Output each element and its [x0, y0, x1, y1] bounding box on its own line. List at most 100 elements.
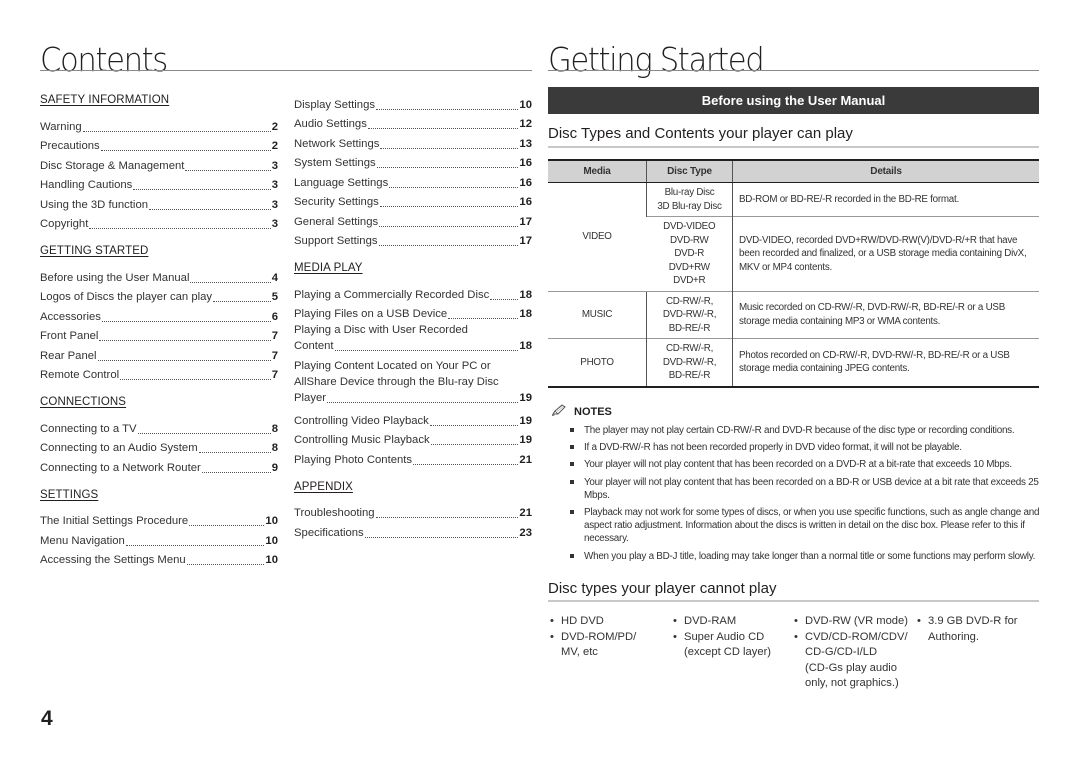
toc-entry[interactable]: Copyright 3 [40, 213, 278, 233]
toc-entry[interactable]: Playing Files on a USB Device 18 [294, 303, 532, 323]
disc-type-item: DVD-R [674, 248, 705, 259]
toc-entry-text: Support Settings [294, 235, 378, 247]
toc-entry[interactable]: Audio Settings 12 [294, 113, 532, 133]
toc-page-number: 3 [271, 218, 278, 230]
toc-entry[interactable]: Connecting to a TV 8 [40, 417, 278, 437]
toc-entry-text: Logos of Discs the player can play [40, 291, 213, 303]
media-cell: PHOTO [548, 338, 647, 387]
toc-entry[interactable]: Display Settings 10 [294, 93, 532, 113]
disc-type-item: DVD+RW [668, 261, 710, 273]
dot-leader [364, 536, 519, 538]
dot-leader [89, 228, 271, 229]
dot-leader [185, 169, 271, 171]
dot-leader [120, 379, 271, 380]
toc-entry[interactable]: System Settings 16 [294, 152, 532, 172]
toc-entry[interactable]: Controlling Music Playback 19 [294, 429, 532, 449]
toc-entry[interactable]: Network Settings 13 [294, 132, 532, 152]
toc-entry[interactable]: Before using the User Manual 4 [40, 266, 278, 286]
dot-leader [97, 359, 271, 361]
bullet-square-icon [570, 445, 574, 450]
toc-entry[interactable]: Playing Photo Contents 21 [294, 448, 532, 468]
toc-entry[interactable]: Precautions 2 [40, 135, 278, 155]
note-text: Your player will not play content that h… [584, 459, 1012, 471]
toc-entry[interactable]: The Initial Settings Procedure 10 [40, 510, 278, 530]
note-item: The player may not play certain CD-RW/-R… [566, 424, 1042, 437]
toc-page-number: 19 [519, 434, 532, 446]
disc-type-item: BD-RE/-R [668, 370, 711, 381]
toc-page-number: 9 [271, 461, 278, 474]
toc-entry[interactable]: Rear Panel 7 [40, 344, 278, 364]
toc-entry[interactable]: Logos of Discs the player can play 5 [40, 286, 278, 306]
cannot-play-item-line: DVD-ROM/PD/ [561, 630, 637, 643]
toc-entry-text: Player [294, 391, 327, 404]
toc-page-number: 18 [519, 288, 532, 301]
toc-page-number: 16 [519, 157, 532, 169]
toc-entry[interactable]: Language Settings 16 [294, 171, 532, 191]
dot-leader [490, 298, 519, 300]
toc-page-number: 10 [519, 98, 532, 111]
toc-entry[interactable]: Front Panel 7 [40, 325, 278, 345]
details-cell: Music recorded on CD-RW/-R, DVD-RW/-R, B… [732, 290, 1039, 339]
cannot-play-column: • 3.9 GB DVD-R for Authoring. [915, 614, 1018, 645]
dot-leader [101, 320, 271, 322]
toc-entry[interactable]: Playing a Disc with User Recorded Content… [294, 322, 532, 354]
bullet-icon: • [794, 615, 798, 627]
bullet-icon: • [794, 630, 798, 643]
details-cell: Photos recorded on CD-RW/-R, DVD-RW/-R, … [732, 338, 1039, 387]
toc-page-number: 17 [519, 235, 532, 247]
toc-section: Display Settings 10 Audio Settings 12 Networ… [294, 93, 532, 249]
toc-entry-text: Before using the User Manual [40, 271, 190, 284]
toc-entry-text-line: Playing Content Located on Your PC or [294, 359, 491, 372]
toc-entry[interactable]: Specifications 23 [294, 521, 532, 541]
toc-entry-text: The Initial Settings Procedure [40, 515, 189, 527]
toc-entry[interactable]: Handling Cautions 3 [40, 174, 278, 194]
details-cell: DVD-VIDEO, recorded DVD+RW/DVD-RW(V)/DVD… [732, 216, 1039, 291]
toc-entry[interactable]: Connecting to an Audio System 8 [40, 437, 278, 457]
toc-entry[interactable]: Troubleshooting 21 [294, 502, 532, 522]
disc-type-item: DVD-RW/-R, [662, 309, 717, 320]
disc-type-cell: CD-RW/-R, DVD-RW/-R, BD-RE/-R [646, 290, 733, 339]
toc-entry[interactable]: Accessories 6 [40, 305, 278, 325]
toc-entry[interactable]: Connecting to a Network Router 9 [40, 456, 278, 476]
toc-entry[interactable]: Remote Control 7 [40, 364, 278, 384]
dot-leader [367, 128, 519, 129]
header-media: Media [548, 160, 647, 183]
toc-entry[interactable]: Controlling Video Playback 19 [294, 409, 532, 429]
toc-entry[interactable]: Playing a Commercially Recorded Disc 18 [294, 283, 532, 303]
dot-leader [429, 424, 519, 426]
can-play-heading-rule [548, 146, 1039, 148]
cannot-play-item-line: only, not graphics.) [805, 677, 899, 689]
toc-page-number: 3 [271, 159, 278, 172]
toc-entry[interactable]: Playing Content Located on Your PC or All… [294, 358, 532, 406]
toc-entry[interactable]: Disc Storage & Management 3 [40, 154, 278, 174]
bullet-icon: • [673, 615, 677, 627]
disc-type-item: DVD-RW [669, 234, 709, 246]
cannot-play-item: • DVD-RAM [671, 614, 771, 630]
dot-leader [190, 281, 271, 283]
cannot-play-column: • HD DVD • DVD-ROM/PD/MV, etc [548, 614, 636, 661]
toc-entry[interactable]: Security Settings 16 [294, 191, 532, 211]
getting-started-title: Getting Started [548, 40, 765, 79]
note-text: Your player will not play content that h… [584, 476, 1039, 501]
dot-leader [133, 189, 271, 190]
toc-entry[interactable]: Accessing the Settings Menu 10 [40, 549, 278, 569]
cannot-play-item-line: (CD-Gs play audio [805, 661, 898, 674]
toc-entry[interactable]: Support Settings 17 [294, 230, 532, 250]
cannot-play-column: • DVD-RW (VR mode) • CVD/CD-ROM/CDV/CD-G/CD… [792, 614, 908, 692]
toc-entry-last-line: Content 18 [294, 338, 532, 354]
toc-entry[interactable]: Using the 3D function 3 [40, 193, 278, 213]
toc-page-number: 16 [519, 176, 532, 189]
toc-page-number: 19 [519, 391, 532, 404]
toc-page-number: 7 [271, 330, 278, 342]
toc-entry[interactable]: Warning 2 [40, 115, 278, 135]
header-disc-type: Disc Type [646, 160, 733, 183]
disc-type-item: CD-RW/-R, [665, 343, 714, 354]
toc-page-number: 10 [265, 554, 278, 566]
bullet-icon: • [550, 615, 554, 627]
toc-entry[interactable]: Menu Navigation 10 [40, 529, 278, 549]
toc-entry-text: Rear Panel [40, 349, 97, 362]
toc-entry[interactable]: General Settings 17 [294, 210, 532, 230]
dot-leader [149, 208, 271, 210]
toc-page-number: 8 [271, 442, 278, 454]
disc-type-cell: Blu-ray Disc 3D Blu-ray Disc [646, 182, 733, 217]
